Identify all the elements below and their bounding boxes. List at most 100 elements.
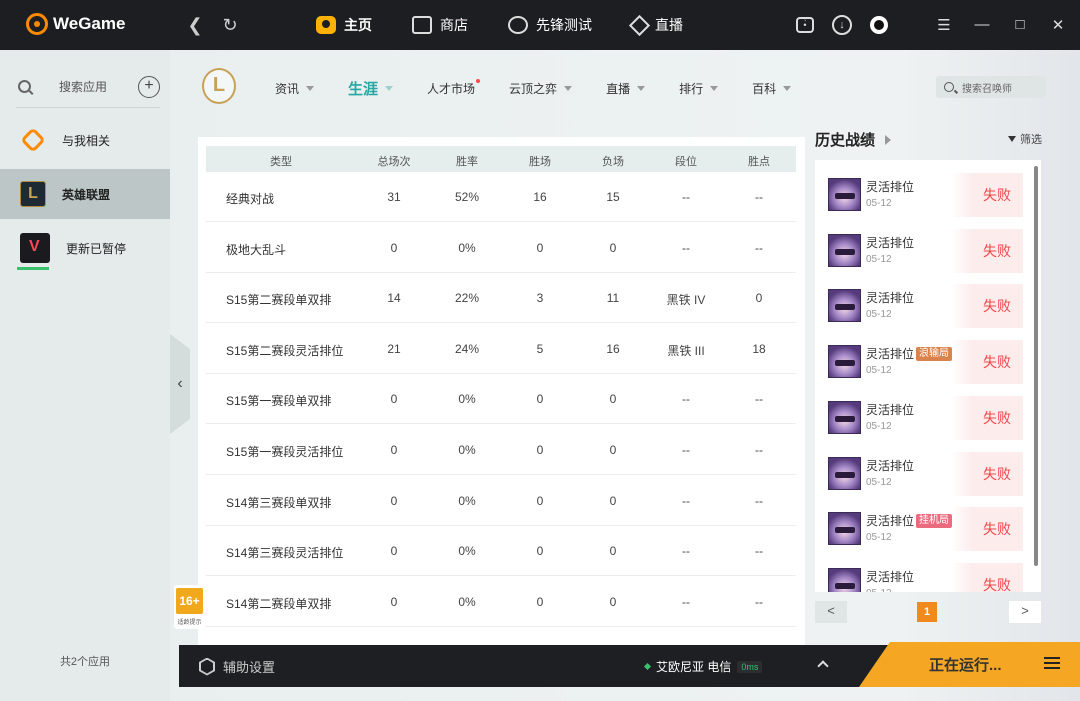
chevron-down-icon: [306, 86, 315, 91]
table-cell: --: [682, 190, 690, 204]
topnav-home[interactable]: 主页: [316, 15, 372, 35]
match-item[interactable]: 灵活排位 05-12 失败: [815, 224, 1031, 274]
subnav-rank[interactable]: 排行: [679, 80, 719, 97]
age-rating-badge: 16+ 适龄提示: [174, 585, 205, 629]
chevron-up-icon[interactable]: [817, 660, 829, 672]
match-date: 05-12: [866, 420, 892, 432]
close-icon[interactable]: ✕: [1050, 16, 1066, 34]
sidebar: 搜索应用 + 与我相关 L 英雄联盟 更新已暂停 共2个应用: [0, 50, 170, 701]
subnav-news[interactable]: 资讯: [275, 80, 315, 97]
topnav-test[interactable]: 先锋测试: [508, 15, 592, 35]
match-date: 05-12: [866, 309, 892, 321]
server-status[interactable]: 艾欧尼亚 电信 0ms: [643, 658, 763, 675]
match-result: 失败: [951, 451, 1023, 496]
running-status-button[interactable]: 正在运行...: [859, 642, 1080, 687]
download-icon[interactable]: ↓: [832, 15, 852, 35]
match-result: 失败: [951, 228, 1023, 273]
table-cell: 22%: [454, 291, 480, 306]
home-icon: [316, 16, 336, 34]
topnav-shop[interactable]: 商店: [412, 15, 468, 35]
table-cell: 0: [609, 544, 617, 559]
prev-page-button[interactable]: <: [815, 601, 847, 623]
filter-button[interactable]: 筛选: [1008, 131, 1042, 147]
table-cell: 15: [606, 190, 620, 204]
test-icon: [508, 16, 528, 34]
table-cell: 极地大乱斗: [226, 242, 287, 257]
career-stats-table: 类型 总场次 胜率 胜场 负场 段位 胜点 经典对战 31 52% 16 15 -- -- 极…: [198, 137, 805, 645]
subnav-talent[interactable]: 人才市场: [427, 79, 481, 97]
champion-avatar: [828, 512, 861, 546]
match-mode: 灵活排位: [866, 234, 914, 251]
match-result: 失败: [951, 173, 1023, 217]
match-mode-label: 灵活排位: [866, 235, 915, 250]
menu-icon[interactable]: ☰: [936, 16, 952, 34]
current-page[interactable]: 1: [917, 602, 937, 622]
table-cell: 经典对战: [226, 192, 275, 206]
next-page-button[interactable]: >: [1009, 601, 1041, 623]
minimize-icon[interactable]: —: [974, 16, 990, 34]
collapse-sidebar-button[interactable]: ‹: [170, 334, 190, 434]
match-mode: 灵活排位: [866, 289, 914, 306]
table-cell: 0: [390, 544, 398, 559]
match-mode-label: 灵活排位: [866, 514, 915, 529]
top-bar: WeGame ❮ ↻ 主页 商店 先锋测试 直播 •̀ ↓ ☰ — □ ✕: [0, 0, 1080, 50]
refresh-icon[interactable]: ↻: [219, 14, 241, 36]
hamburger-menu-icon[interactable]: [1044, 657, 1060, 669]
th-wins: 胜场: [529, 156, 551, 168]
assist-settings-button[interactable]: 辅助设置: [199, 657, 275, 676]
history-title[interactable]: 历史战绩: [815, 129, 892, 150]
table-cell: --: [755, 493, 763, 508]
subnav-wiki[interactable]: 百科: [752, 80, 792, 97]
subnav-label: 资讯: [275, 82, 300, 96]
match-item[interactable]: 灵活排位 浪输局 05-12 失败: [815, 335, 1031, 385]
match-mode: 灵活排位: [866, 401, 914, 418]
sidebar-item-lol[interactable]: L 英雄联盟: [0, 169, 170, 219]
table-cell: 0%: [458, 544, 476, 559]
table-cell: 16: [533, 190, 547, 204]
th-losses: 负场: [602, 156, 624, 168]
topnav-live[interactable]: 直播: [628, 14, 683, 36]
maximize-icon[interactable]: □: [1012, 16, 1028, 34]
subnav-tft[interactable]: 云顶之弈: [509, 80, 573, 97]
back-icon[interactable]: ❮: [184, 14, 206, 36]
update-progress-bar: [17, 267, 49, 270]
sidebar-item-label: 更新已暂停: [66, 241, 127, 256]
summoner-search-placeholder: 搜索召唤师: [962, 83, 1012, 95]
match-item[interactable]: 灵活排位 05-12 失败: [815, 558, 1031, 592]
chevron-down-icon: [637, 86, 646, 91]
chevron-down-icon: [710, 86, 719, 91]
lol-logo-icon: L: [202, 68, 236, 104]
table-cell: 0: [390, 240, 398, 255]
top-right-tools: •̀ ↓ ☰ — □ ✕: [778, 0, 1080, 50]
champion-avatar: [828, 345, 861, 379]
match-item[interactable]: 灵活排位 05-12 失败: [815, 391, 1031, 441]
match-item[interactable]: 灵活排位 05-12 失败: [815, 168, 1031, 218]
subnav-label: 人才市场: [427, 82, 476, 96]
subnav-live[interactable]: 直播: [606, 80, 646, 97]
sidebar-item-related[interactable]: 与我相关: [0, 115, 170, 165]
history-scrollbar[interactable]: [1034, 166, 1038, 566]
match-item[interactable]: 灵活排位 05-12 失败: [815, 279, 1031, 329]
subnav-career[interactable]: 生涯: [348, 78, 394, 99]
qq-avatar-icon[interactable]: [870, 16, 888, 34]
topnav-live-label: 直播: [655, 17, 683, 33]
summoner-search-input[interactable]: 搜索召唤师: [936, 76, 1046, 98]
gift-box-icon[interactable]: •̀: [796, 17, 814, 33]
match-item[interactable]: 灵活排位 05-12 失败: [815, 447, 1031, 497]
table-row: 极地大乱斗 0 0% 0 0 -- --: [206, 223, 796, 273]
table-cell: --: [682, 594, 690, 609]
match-item[interactable]: 灵活排位 挂机局 05-12 失败: [815, 502, 1031, 552]
bottom-bar: 辅助设置 艾欧尼亚 电信 0ms 正在运行...: [179, 642, 1080, 687]
chevron-down-icon: [783, 86, 792, 91]
app-search[interactable]: 搜索应用 +: [16, 74, 160, 108]
wegame-logo[interactable]: WeGame: [26, 13, 125, 35]
table-cell: 0: [536, 240, 544, 255]
table-cell: S14第三赛段灵活排位: [226, 546, 344, 561]
table-cell: 21: [387, 341, 401, 356]
table-cell: 0: [390, 594, 398, 609]
sidebar-item-valorant[interactable]: 更新已暂停: [0, 223, 170, 273]
table-row: S14第三赛段单双排 0 0% 0 0 -- --: [206, 476, 796, 526]
add-app-button[interactable]: +: [138, 75, 160, 98]
table-cell: --: [682, 240, 690, 255]
table-cell: --: [755, 392, 763, 407]
